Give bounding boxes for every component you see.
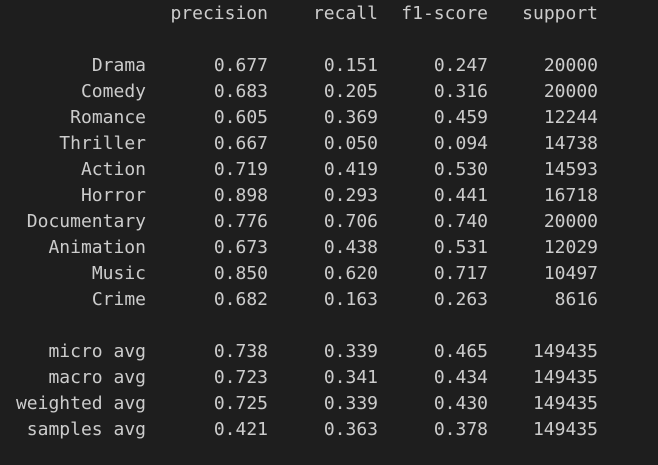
row-support: 12244: [543, 107, 598, 128]
row-label: weighted avg: [15, 393, 146, 414]
row-precision: 0.677: [213, 55, 268, 76]
row-label: Crime: [91, 289, 146, 310]
row-support: 20000: [543, 55, 598, 76]
row-support: 149435: [532, 367, 598, 388]
row-recall: 0.339: [323, 393, 378, 414]
row-support: 8616: [554, 289, 598, 310]
row-precision: 0.898: [213, 185, 268, 206]
row-support: 149435: [532, 341, 598, 362]
row-recall: 0.706: [323, 211, 378, 232]
report-row-class: Documentary 0.776 0.706 0.740 20000: [0, 209, 658, 235]
row-recall: 0.363: [323, 419, 378, 440]
row-support: 16718: [543, 185, 598, 206]
row-label: Horror: [80, 185, 146, 206]
row-f1-score: 0.430: [433, 393, 488, 414]
row-recall: 0.293: [323, 185, 378, 206]
report-row-class: Action 0.719 0.419 0.530 14593: [0, 157, 658, 183]
row-precision: 0.738: [213, 341, 268, 362]
row-precision: 0.776: [213, 211, 268, 232]
row-support: 14593: [543, 159, 598, 180]
row-label: Romance: [70, 107, 146, 128]
row-support: 14738: [543, 133, 598, 154]
row-precision: 0.673: [213, 237, 268, 258]
row-support: 149435: [532, 393, 598, 414]
row-label: Documentary: [26, 211, 146, 232]
header-f1-score: f1-score: [401, 3, 488, 24]
row-support: 10497: [543, 263, 598, 284]
row-label: samples avg: [26, 419, 146, 440]
row-label: Action: [80, 159, 146, 180]
header-support: support: [522, 3, 598, 24]
row-label: Thriller: [59, 133, 146, 154]
row-f1-score: 0.247: [433, 55, 488, 76]
row-recall: 0.369: [323, 107, 378, 128]
row-f1-score: 0.717: [433, 263, 488, 284]
classification-report: precision recall f1-score support Drama …: [0, 0, 658, 465]
row-support: 149435: [532, 419, 598, 440]
report-row-average: weighted avg 0.725 0.339 0.430 149435: [0, 391, 658, 417]
report-row-average: micro avg 0.738 0.339 0.465 149435: [0, 339, 658, 365]
report-row-class: Romance 0.605 0.369 0.459 12244: [0, 105, 658, 131]
row-support: 12029: [543, 237, 598, 258]
report-header-row: precision recall f1-score support: [0, 1, 658, 27]
row-precision: 0.725: [213, 393, 268, 414]
report-row-average: macro avg 0.723 0.341 0.434 149435: [0, 365, 658, 391]
row-support: 20000: [543, 81, 598, 102]
row-f1-score: 0.459: [433, 107, 488, 128]
header-recall: recall: [312, 3, 378, 24]
report-row-class: Thriller 0.667 0.050 0.094 14738: [0, 131, 658, 157]
row-label: Drama: [91, 55, 146, 76]
report-row-class: Horror 0.898 0.293 0.441 16718: [0, 183, 658, 209]
row-f1-score: 0.434: [433, 367, 488, 388]
row-recall: 0.419: [323, 159, 378, 180]
report-row-class: Animation 0.673 0.438 0.531 12029: [0, 235, 658, 261]
row-precision: 0.605: [213, 107, 268, 128]
row-f1-score: 0.094: [433, 133, 488, 154]
row-label: Comedy: [80, 81, 146, 102]
row-precision: 0.850: [213, 263, 268, 284]
row-label: Music: [91, 263, 146, 284]
row-precision: 0.421: [213, 419, 268, 440]
row-recall: 0.341: [323, 367, 378, 388]
row-label: micro avg: [48, 341, 146, 362]
row-recall: 0.050: [323, 133, 378, 154]
row-f1-score: 0.441: [433, 185, 488, 206]
row-f1-score: 0.465: [433, 341, 488, 362]
report-row-class: Comedy 0.683 0.205 0.316 20000: [0, 79, 658, 105]
header-precision: precision: [170, 3, 268, 24]
row-precision: 0.719: [213, 159, 268, 180]
report-row-class: Crime 0.682 0.163 0.263 8616: [0, 287, 658, 313]
row-recall: 0.151: [323, 55, 378, 76]
report-row-class: Music 0.850 0.620 0.717 10497: [0, 261, 658, 287]
row-support: 20000: [543, 211, 598, 232]
row-recall: 0.163: [323, 289, 378, 310]
row-f1-score: 0.530: [433, 159, 488, 180]
row-f1-score: 0.531: [433, 237, 488, 258]
row-f1-score: 0.316: [433, 81, 488, 102]
report-row-class: Drama 0.677 0.151 0.247 20000: [0, 53, 658, 79]
row-label: macro avg: [48, 367, 146, 388]
row-recall: 0.620: [323, 263, 378, 284]
row-precision: 0.667: [213, 133, 268, 154]
row-recall: 0.438: [323, 237, 378, 258]
row-precision: 0.683: [213, 81, 268, 102]
row-precision: 0.723: [213, 367, 268, 388]
row-recall: 0.205: [323, 81, 378, 102]
row-f1-score: 0.378: [433, 419, 488, 440]
row-f1-score: 0.740: [433, 211, 488, 232]
row-label: Animation: [48, 237, 146, 258]
report-row-average: samples avg 0.421 0.363 0.378 149435: [0, 417, 658, 443]
row-recall: 0.339: [323, 341, 378, 362]
row-precision: 0.682: [213, 289, 268, 310]
row-f1-score: 0.263: [433, 289, 488, 310]
